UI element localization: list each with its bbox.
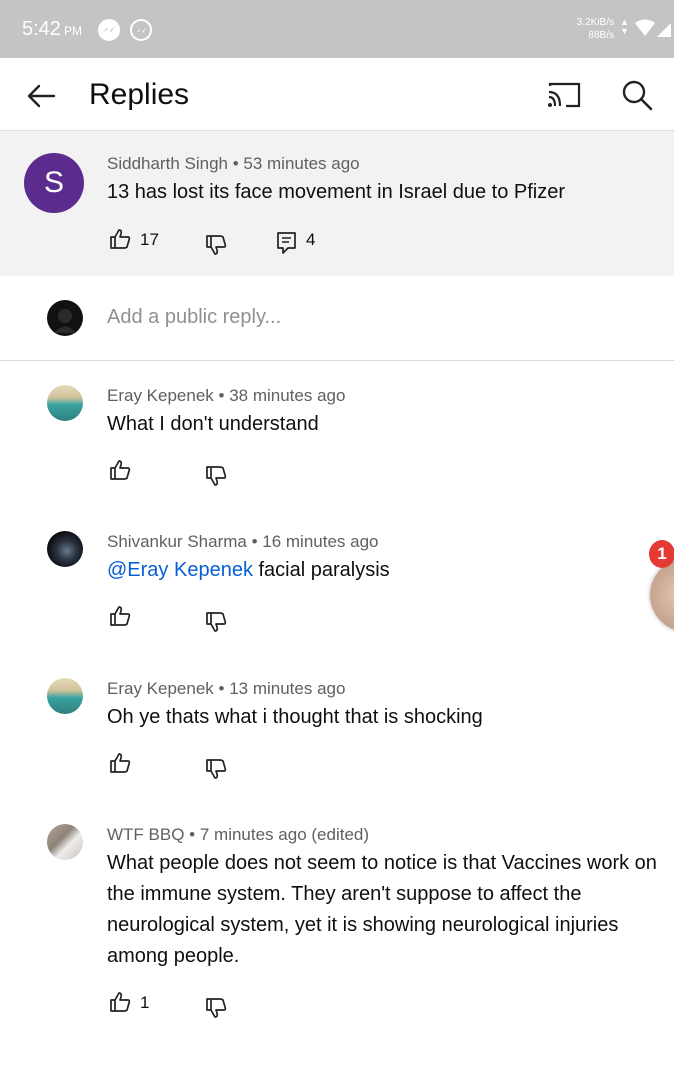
net-up-speed: 3.2KiB/s [576, 17, 614, 28]
avatar[interactable] [47, 385, 83, 421]
data-arrows-icon: ▲ ▼ [620, 17, 629, 36]
signal-icon [657, 23, 671, 37]
comment-author[interactable]: Eray Kepenek [107, 679, 214, 698]
comment-time: 38 minutes ago [229, 386, 346, 405]
comment-text: 13 has lost its face movement in Israel … [107, 181, 565, 203]
mention-link[interactable]: @Eray Kepenek [107, 559, 253, 581]
comment-meta: Siddharth Singh • 53 minutes ago [107, 154, 360, 173]
comment-meta: WTF BBQ • 7 minutes ago (edited) [107, 825, 370, 844]
like-button[interactable] [108, 604, 132, 630]
like-button[interactable] [108, 227, 132, 253]
like-button[interactable] [108, 990, 132, 1016]
network-speed: 3.2KiB/s 88B/s [566, 16, 614, 42]
like-count: 17 [140, 230, 159, 249]
status-time: 5:42 PM [22, 18, 82, 40]
comment-author[interactable]: Shivankur Sharma [107, 532, 247, 551]
avatar[interactable] [47, 824, 83, 860]
comment-body: facial paralysis [258, 559, 390, 581]
notification-badge: 1 [649, 540, 674, 568]
comment-meta: Shivankur Sharma • 16 minutes ago [107, 532, 379, 551]
like-button[interactable] [108, 458, 132, 484]
comment-meta: Eray Kepenek • 38 minutes ago [107, 386, 346, 405]
page-title: Replies [89, 78, 190, 111]
net-down-speed: 88B/s [588, 30, 614, 41]
comment-time: 7 minutes ago (edited) [199, 825, 370, 844]
wifi-icon [634, 19, 672, 44]
app-bar: Replies [0, 58, 674, 131]
search-icon[interactable] [619, 78, 655, 114]
comment-time: 53 minutes ago [243, 154, 360, 173]
like-count: 1 [140, 993, 150, 1012]
cast-icon[interactable] [546, 80, 582, 110]
dislike-button[interactable] [204, 610, 228, 636]
comment-author[interactable]: Eray Kepenek [107, 386, 214, 405]
comment-author[interactable]: WTF BBQ [107, 825, 184, 844]
back-arrow-icon[interactable] [24, 78, 60, 114]
dislike-button[interactable] [204, 464, 228, 490]
add-reply-row[interactable]: Add a public reply... [0, 276, 674, 361]
comment-text: What people does not seem to notice is t… [107, 852, 657, 967]
status-bar: 5:42 PM 3.2KiB/s 88B/s ▲ ▼ [0, 0, 674, 58]
comment-text: @Eray Kepenek facial paralysis [107, 555, 669, 586]
reply-count: 4 [306, 230, 316, 249]
dislike-button[interactable] [204, 996, 228, 1022]
dislike-button[interactable] [204, 757, 228, 783]
parent-comment: S Siddharth Singh • 53 minutes ago 13 ha… [0, 131, 674, 276]
messenger-outline-icon [130, 19, 152, 41]
dislike-button[interactable] [204, 233, 228, 259]
avatar[interactable]: S [24, 153, 84, 213]
comment-time: 16 minutes ago [262, 532, 379, 551]
messenger-icon [98, 19, 120, 41]
like-button[interactable] [108, 751, 132, 777]
reply-comment-icon[interactable] [276, 231, 298, 257]
avatar[interactable] [47, 678, 83, 714]
comment-time: 13 minutes ago [229, 679, 346, 698]
comment-text: What I don't understand [107, 413, 319, 435]
comment-text: Oh ye thats what i thought that is shock… [107, 706, 483, 728]
avatar [47, 300, 83, 336]
comment-meta: Eray Kepenek • 13 minutes ago [107, 679, 346, 698]
avatar[interactable] [47, 531, 83, 567]
reply-input[interactable]: Add a public reply... [107, 306, 281, 329]
comment-author[interactable]: Siddharth Singh [107, 154, 228, 173]
